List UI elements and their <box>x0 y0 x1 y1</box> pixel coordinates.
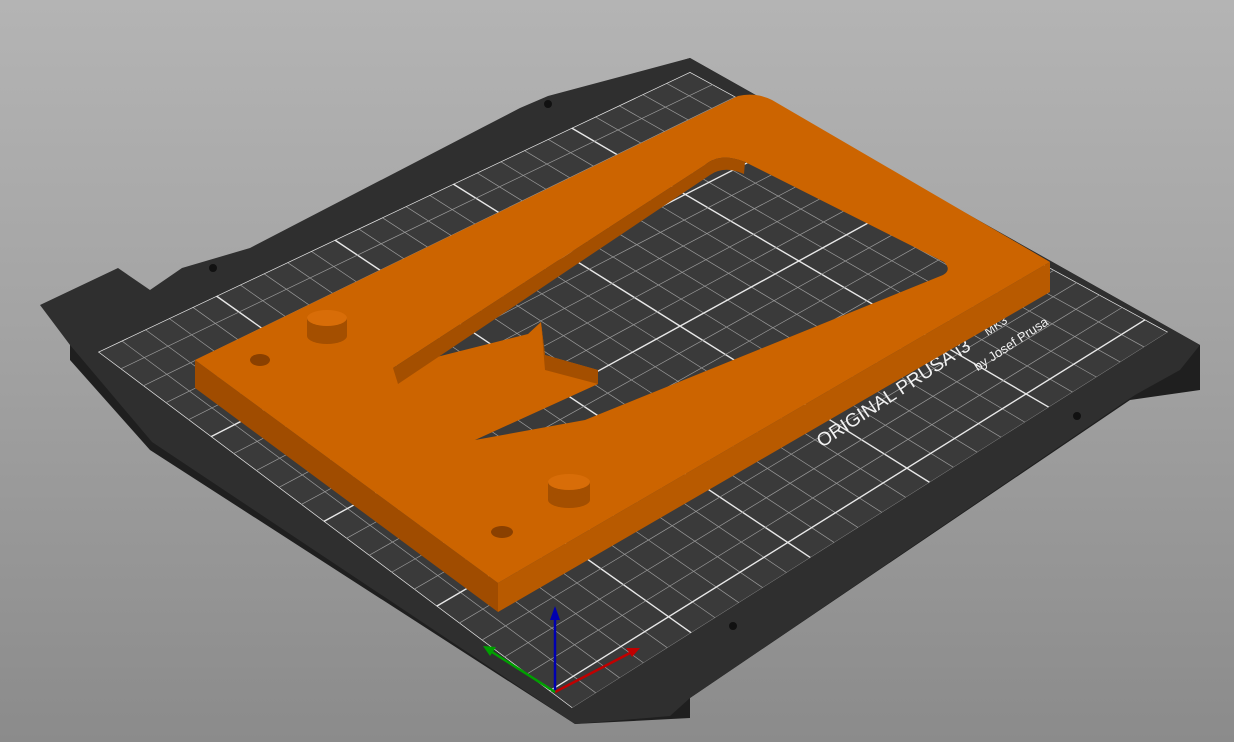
3d-viewport[interactable]: ORIGINAL PRUSA i3 MK3 by Josef Prusa <box>0 0 1234 742</box>
bed-hole <box>209 264 217 272</box>
model-hole <box>250 354 270 366</box>
bed-hole <box>544 100 552 108</box>
print-bed-scene[interactable]: ORIGINAL PRUSA i3 MK3 by Josef Prusa <box>0 0 1234 742</box>
bed-hole <box>729 622 737 630</box>
bed-hole <box>1073 412 1081 420</box>
model-hole <box>491 526 513 538</box>
model-peg <box>307 310 347 344</box>
model-peg <box>548 474 590 508</box>
